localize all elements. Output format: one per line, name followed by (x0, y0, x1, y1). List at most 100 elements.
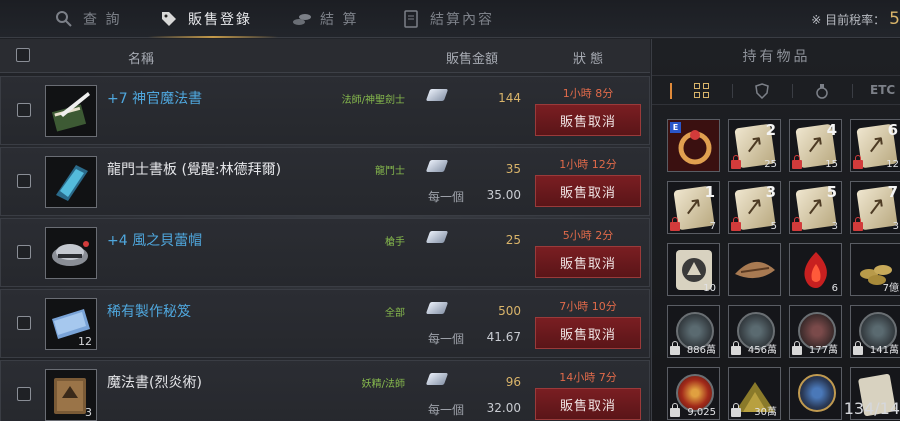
tag-icon (160, 10, 178, 28)
per-unit-price: 35.00 (486, 188, 521, 202)
slot-count: 5 (770, 221, 777, 232)
inventory-slot[interactable]: 3 5 (728, 181, 781, 234)
time-remaining: 7小時 10分 (559, 300, 617, 313)
per-unit-label: 每一個 (428, 403, 465, 417)
time-remaining: 1小時 8分 (562, 87, 614, 100)
item-name: 龍門士書板 (覺醒:林德拜爾) (107, 162, 282, 178)
inventory-slot[interactable]: 10 (667, 243, 720, 296)
lock-icon (731, 217, 741, 231)
magic-book-quill-icon (45, 85, 97, 137)
divider (852, 84, 853, 98)
lock-icon (792, 155, 802, 169)
inventory-counter: 134/14 (843, 399, 900, 418)
inventory-slot[interactable] (728, 243, 781, 296)
item-class: 槍手 (385, 237, 405, 248)
lock-icon (853, 217, 863, 231)
inventory-slot[interactable] (789, 367, 842, 420)
lock-icon (670, 341, 680, 355)
cancel-sale-button[interactable]: 販售取消 (535, 104, 641, 136)
item-count: 3 (85, 406, 92, 419)
inventory-slot[interactable]: 141萬 (850, 305, 900, 358)
inventory-slot[interactable]: 4 15 (789, 119, 842, 172)
lock-icon (792, 341, 802, 355)
tab-settlement[interactable]: 結 算 (292, 0, 358, 38)
per-unit-price: 41.67 (486, 330, 521, 344)
inventory-slot[interactable]: 5 3 (789, 181, 842, 234)
row-checkbox[interactable] (17, 245, 31, 259)
silver-icon (425, 89, 449, 101)
dragon-tablet-icon (45, 156, 97, 208)
per-unit-label: 每一個 (428, 332, 465, 346)
item-name: 稀有製作秘笈 (107, 304, 191, 320)
row-checkbox[interactable] (17, 316, 31, 330)
silver-icon (425, 302, 449, 314)
inventory-slot[interactable]: 30萬 (728, 367, 781, 420)
slot-count: 30萬 (754, 407, 777, 418)
slot-count: 7 (709, 221, 716, 232)
tax-value: 5 (889, 9, 900, 29)
item-price: 25 (505, 233, 521, 247)
sale-row[interactable]: 12 稀有製作秘笈 全部 500 每一個 41.67 7小時 10分 販售取消 (0, 289, 650, 358)
etc-category[interactable]: ETC (870, 83, 895, 99)
tab-sale-registration[interactable]: 販售登錄 (148, 0, 278, 38)
tab-settlement-details[interactable]: 結算內容 (402, 0, 494, 38)
marketplace-window: 查 詢 販售登錄 結 算 結算內容 ※ 目前稅率： 5 名稱 販售金額 狀 態 … (0, 0, 900, 421)
sale-row[interactable]: 龍門士書板 (覺醒:林德拜爾) 龍鬥士 35 每一個 35.00 1小時 12分… (0, 147, 650, 216)
inventory-slot[interactable]: 456萬 (728, 305, 781, 358)
slot-count: 6 (831, 283, 838, 294)
row-checkbox[interactable] (17, 174, 31, 188)
slot-count: 456萬 (747, 345, 777, 356)
search-icon (55, 10, 73, 28)
inventory-slot[interactable]: 886萬 (667, 305, 720, 358)
item-count: 12 (78, 335, 92, 348)
divider (732, 84, 733, 98)
sale-row[interactable]: +7 神官魔法書 法師/神聖劍士 144 1小時 8分 販售取消 (0, 76, 650, 145)
lock-icon (853, 155, 863, 169)
slot-count: 12 (886, 159, 899, 170)
cancel-sale-button[interactable]: 販售取消 (535, 175, 641, 207)
potion-icon[interactable] (814, 83, 830, 99)
cancel-sale-button[interactable]: 販售取消 (535, 246, 641, 278)
select-all-checkbox[interactable] (16, 48, 30, 62)
armor-icon[interactable] (754, 83, 770, 100)
slot-count: 15 (825, 159, 838, 170)
item-class: 法師/神聖劍士 (341, 95, 405, 106)
tax-rate: ※ 目前稅率： 5 (811, 0, 900, 38)
per-unit-price: 32.00 (486, 401, 521, 415)
slot-count: 10 (703, 283, 716, 294)
cancel-sale-button[interactable]: 販售取消 (535, 388, 641, 420)
tab-search[interactable]: 查 詢 (55, 0, 121, 38)
item-price: 96 (505, 375, 521, 389)
grid-icon[interactable] (694, 83, 710, 99)
inventory-slot[interactable]: E (667, 119, 720, 172)
dried-fish-icon (735, 261, 775, 279)
row-checkbox[interactable] (17, 387, 31, 401)
tab-bar: 查 詢 販售登錄 結 算 結算內容 ※ 目前稅率： 5 (0, 0, 900, 38)
sale-row[interactable]: 3 魔法書(烈炎術) 妖精/法師 96 每一個 32.00 14小時 7分 販售… (0, 360, 650, 421)
inventory-slot[interactable]: 9,025 (667, 367, 720, 420)
header-status: 狀 態 (573, 52, 604, 67)
silver-icon (425, 160, 449, 172)
item-class: 妖精/法師 (361, 379, 405, 390)
inventory-slot[interactable]: 6 (789, 243, 842, 296)
crafting-scroll-icon: 12 (45, 298, 97, 350)
tab-label: 結 算 (320, 12, 359, 28)
inventory-slot[interactable]: 1 7 (667, 181, 720, 234)
cancel-sale-button[interactable]: 販售取消 (535, 317, 641, 349)
inventory-slot[interactable]: 6 12 (850, 119, 900, 172)
inventory-slot[interactable]: 7 3 (850, 181, 900, 234)
inventory-slot[interactable]: 7億 (850, 243, 900, 296)
sale-row[interactable]: +4 風之貝蕾帽 槍手 25 5小時 2分 販售取消 (0, 218, 650, 287)
list-header: 名稱 販售金額 狀 態 (0, 39, 650, 73)
scroll-level: 4 (826, 121, 837, 139)
row-checkbox[interactable] (17, 103, 31, 117)
inventory-slot[interactable]: 177萬 (789, 305, 842, 358)
scroll-level: 6 (887, 121, 898, 139)
all-icon[interactable] (670, 83, 672, 99)
inventory-slot[interactable]: 2 25 (728, 119, 781, 172)
lock-icon (731, 155, 741, 169)
time-remaining: 1小時 12分 (559, 158, 617, 171)
slot-count: 3 (892, 221, 899, 232)
silver-icon (425, 373, 449, 385)
scroll-level: 2 (765, 121, 776, 139)
